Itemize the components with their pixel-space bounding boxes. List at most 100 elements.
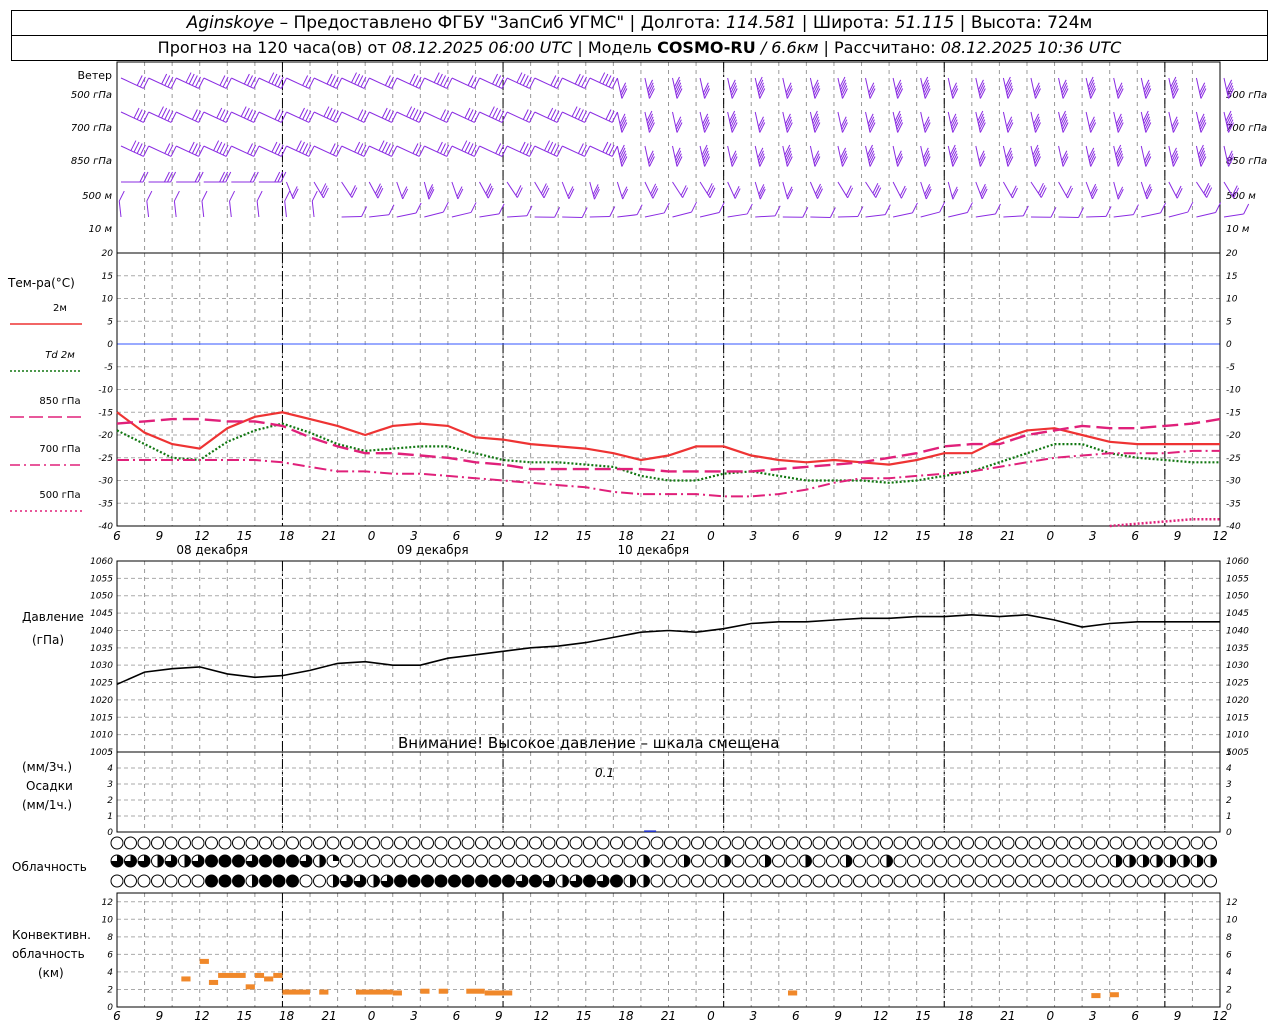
wind-barb (1195, 77, 1207, 99)
wind-barb (727, 77, 738, 99)
precip-ytick-left: 5 (107, 748, 113, 758)
conv-ytick-right: 10 (1226, 915, 1238, 925)
conv-segment (181, 976, 191, 982)
cloud-low (907, 874, 920, 888)
cloud-mid (448, 854, 461, 868)
cloud-high (866, 836, 880, 850)
wind-barb (809, 181, 823, 199)
wind-barb (562, 207, 588, 219)
wind-barb-flag (680, 185, 687, 196)
conv-xtick: 6 (792, 1009, 800, 1023)
wind-barb (782, 207, 809, 218)
cloud-part (333, 855, 339, 861)
cloud-mid (151, 854, 164, 868)
cloud-high (164, 836, 178, 850)
cloud-high (1028, 836, 1042, 850)
cloud-low (380, 874, 394, 888)
conv-xtick: 12 (1212, 1009, 1227, 1023)
wind-barb-flag (1040, 187, 1047, 198)
cloud-mid (434, 854, 448, 868)
wind-barb (892, 110, 904, 133)
cloud-low (286, 874, 299, 888)
wind-barb (148, 171, 177, 183)
cloud-circle (772, 874, 785, 888)
precip-ytick-left: 0 (107, 828, 113, 838)
temp-ytick-right: -5 (1226, 363, 1235, 373)
cloud-mid (137, 854, 151, 868)
cloud-mid (1136, 854, 1150, 868)
cloud-high (623, 836, 637, 850)
wind-barb (451, 181, 464, 200)
cloud-mid (110, 854, 124, 868)
cloud-part (373, 875, 380, 887)
cloud-full (610, 875, 623, 887)
wind-barb-flag (284, 190, 291, 202)
cloud-full (435, 875, 447, 887)
cloud-low (353, 874, 367, 888)
cloud-mid (124, 854, 137, 868)
conv-xtick: 9 (1174, 1009, 1182, 1023)
cloud-mid (286, 854, 299, 868)
cloud-high (299, 836, 313, 850)
conv-segment (787, 990, 798, 996)
cloud-mid (421, 854, 434, 868)
cloud-low (569, 874, 583, 888)
pressure-ytick-right: 1030 (1226, 661, 1249, 671)
cloud-part (1129, 855, 1136, 867)
conv-xtick: 0 (368, 1009, 376, 1023)
cloud-circle (920, 874, 934, 888)
temp-ytick-left: 5 (107, 317, 113, 327)
wind-barb (311, 190, 318, 218)
wind-barb (672, 201, 697, 218)
cloud-part (562, 875, 569, 887)
precip-ytick-right: 1 (1226, 812, 1232, 822)
cloud-low (124, 874, 137, 888)
cloud-mid (272, 854, 286, 868)
wind-barb (672, 111, 683, 133)
cloud-full (421, 875, 434, 887)
wind-barb-shaft (507, 215, 528, 218)
cloud-high (272, 836, 286, 850)
temp-ytick-right: -15 (1226, 408, 1241, 418)
wind-barb (285, 181, 299, 199)
cloud-mid (1028, 854, 1042, 868)
cloud-mid (907, 854, 920, 868)
cloud-part (1210, 855, 1217, 867)
wind-barb (1058, 77, 1069, 99)
wind-barb (1141, 202, 1167, 218)
pressure-ytick-left: 1025 (90, 679, 113, 689)
cloud-circle (988, 854, 1001, 868)
cloud-low (677, 874, 691, 888)
cloud-high (853, 836, 866, 850)
wind-barb-flag (1050, 207, 1057, 218)
wind-barb-shaft (975, 213, 996, 218)
cloud-low (947, 874, 961, 888)
wind-barb (865, 204, 891, 218)
cloud-circle (1001, 874, 1015, 888)
wind-barb-shaft (146, 201, 150, 218)
cloud-circle (745, 854, 758, 868)
wind-barb (617, 204, 643, 218)
cloud-mid (1150, 854, 1163, 868)
temp-ytick-left: -20 (98, 431, 113, 441)
cloud-low (718, 874, 731, 888)
wind-barb (561, 106, 591, 123)
wind-barb-flag (542, 185, 549, 196)
wind-barb (589, 181, 600, 200)
temp-xtick: 18 (618, 529, 634, 543)
cloud-circle (1015, 836, 1028, 850)
cloud-circle (934, 874, 947, 888)
wind-barb (1113, 181, 1124, 200)
cloud-circle (353, 854, 367, 868)
cloud-part (643, 855, 650, 867)
wind-barb (229, 190, 236, 218)
wind-barb (644, 77, 655, 99)
cloud-circle (421, 854, 434, 868)
cloud-low (988, 874, 1001, 888)
cloud-circle (475, 836, 488, 850)
wind-barb (754, 76, 766, 99)
cloud-mid (380, 854, 394, 868)
cloud-circle (812, 854, 826, 868)
wind-barb-flag (516, 187, 523, 198)
cloud-circle (664, 874, 677, 888)
